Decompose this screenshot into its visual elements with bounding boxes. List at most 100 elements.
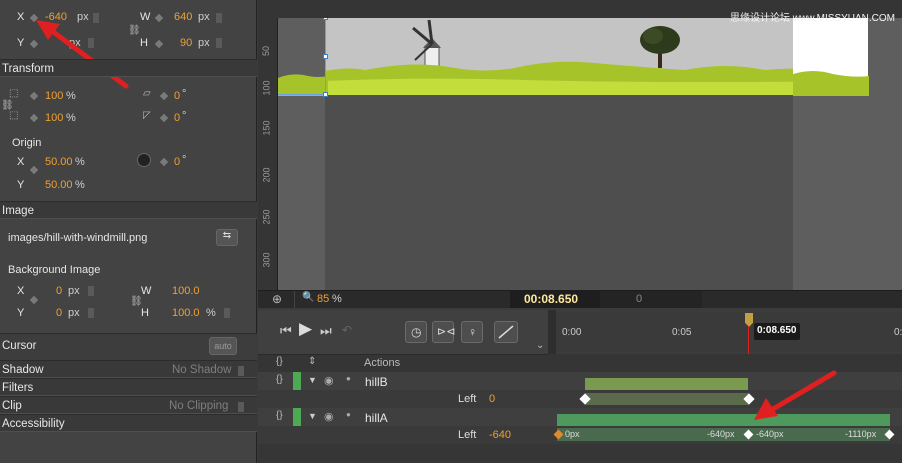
timecode-box[interactable]: 00:08.650 [510, 291, 600, 308]
bg-h-lock-toggle[interactable] [224, 308, 230, 318]
shadow-label: Shadow [2, 364, 44, 376]
hillb-tween-bar[interactable] [585, 393, 749, 405]
rotate-value[interactable]: 0 [174, 156, 180, 168]
bg-y-label: Y [17, 307, 25, 319]
bg-link-icon[interactable]: ⛓ [130, 296, 143, 307]
w-keyframe-diamond-icon[interactable] [154, 13, 164, 23]
transform-section-header[interactable]: Transform [0, 59, 257, 77]
stage-canvas[interactable] [325, 18, 868, 95]
filter-icon[interactable]: {} [276, 356, 283, 367]
clip-section-header[interactable]: Clip No Clipping [0, 396, 257, 414]
bg-w-value[interactable]: 100.0 [172, 285, 200, 297]
ruler-time-label: 0:00 [562, 327, 582, 338]
ruler-time-label: 0:05 [672, 327, 692, 338]
timeline-empty-area [258, 444, 902, 463]
origin-y-value[interactable]: 50.00 [45, 179, 73, 191]
swap-image-button[interactable]: ⇆ [216, 229, 238, 246]
scale-y-diamond-icon[interactable] [29, 113, 39, 123]
scale-height-icon: ⬚ [9, 110, 19, 121]
selection-box[interactable] [277, 17, 326, 95]
offstage-hill-right [793, 71, 869, 96]
prop-value[interactable]: 0 [489, 393, 495, 405]
bg-h-value[interactable]: 100.0 [172, 307, 200, 319]
actions-icon[interactable]: {} [276, 410, 283, 421]
bg-x-value[interactable]: 0 [56, 285, 62, 297]
filters-section-header[interactable]: Filters [0, 378, 257, 396]
ruler-tick-label: 150 [261, 120, 272, 136]
bg-y-lock-toggle[interactable] [88, 308, 94, 318]
h-lock-toggle[interactable] [216, 38, 222, 48]
selection-handle[interactable] [323, 54, 328, 59]
skew-x-diamond-icon[interactable] [159, 91, 169, 101]
properties-panel: X -640 px W 640 px ⛓ Y px H 90 px Transf… [0, 0, 257, 463]
ruler-tick-label: 100 [261, 80, 272, 96]
rotate-diamond-icon[interactable] [159, 157, 169, 167]
annotation-arrow-icon [36, 20, 129, 89]
divider [294, 291, 295, 308]
shadow-value: No Shadow [172, 364, 232, 376]
disclosure-triangle-icon[interactable]: ▼ [308, 411, 317, 421]
skew-y-diamond-icon[interactable] [159, 113, 169, 123]
left-ruler[interactable]: 50 100 150 200 250 300 [258, 0, 278, 290]
keyframe-label: -640px [707, 429, 735, 439]
bg-diamond-icon[interactable] [29, 295, 39, 305]
bg-y-value[interactable]: 0 [56, 307, 62, 319]
easing-button[interactable] [494, 321, 518, 343]
go-to-end-icon[interactable]: ⏭ [320, 323, 332, 339]
expand-all-icon[interactable]: ⇕ [308, 356, 316, 367]
loop-icon[interactable]: ↶ [342, 323, 352, 337]
w-value[interactable]: 640 [174, 11, 192, 23]
pin-button[interactable]: ♀ [461, 321, 483, 343]
h-value[interactable]: 90 [180, 37, 192, 49]
actions-icon[interactable]: {} [276, 374, 283, 385]
skew-x-value[interactable]: 0 [174, 90, 180, 102]
scale-x-value[interactable]: 100 [45, 90, 63, 102]
scale-y-value[interactable]: 100 [45, 112, 63, 124]
lock-dot-icon[interactable]: ● [346, 374, 351, 383]
visibility-eye-icon[interactable]: ◉ [324, 410, 334, 423]
scale-y-unit: % [66, 112, 76, 124]
w-lock-toggle[interactable] [216, 13, 222, 23]
actions-header: Actions [364, 357, 401, 369]
origin-y-label: Y [17, 179, 25, 191]
disclosure-triangle-icon[interactable]: ▼ [308, 375, 317, 385]
origin-diamond-icon[interactable] [29, 165, 39, 175]
auto-keyframe-button[interactable]: ◷ [405, 321, 427, 343]
zoom-value[interactable]: 85 [317, 293, 329, 305]
crosshair-icon[interactable]: ⊕ [272, 292, 282, 306]
collapse-chevron-icon[interactable]: ⌄ [536, 340, 544, 351]
accessibility-section-header[interactable]: Accessibility [0, 414, 257, 432]
hilla-element-bar[interactable] [557, 414, 890, 426]
auto-transition-button[interactable]: ⊳⊲ [432, 321, 456, 343]
hillb-element-bar[interactable] [585, 378, 748, 390]
prop-value[interactable]: -640 [489, 429, 511, 441]
easing-curve-icon [498, 325, 514, 339]
visibility-eye-icon[interactable]: ◉ [324, 374, 334, 387]
h-keyframe-diamond-icon[interactable] [154, 39, 164, 49]
rotate-dial-icon[interactable] [137, 153, 151, 167]
cursor-auto-button[interactable]: auto [209, 337, 237, 355]
playhead-time: 0:08.650 [757, 325, 797, 336]
w-unit[interactable]: px [198, 11, 210, 23]
lock-dot-icon[interactable]: ● [346, 410, 351, 419]
skew-y-unit: ° [182, 110, 187, 122]
selection-handle[interactable] [323, 92, 328, 97]
app-root: X -640 px W 640 px ⛓ Y px H 90 px Transf… [0, 0, 902, 463]
image-section-header[interactable]: Image [0, 201, 257, 219]
skew-y-value[interactable]: 0 [174, 112, 180, 124]
hilla-tween-bar[interactable]: 0px -640px -640px -1110px [557, 428, 890, 441]
clip-toggle[interactable] [238, 402, 244, 412]
transition-icon: ⊳⊲ [437, 326, 456, 338]
h-unit[interactable]: px [198, 37, 210, 49]
shadow-toggle[interactable] [238, 366, 244, 376]
zoom-icon[interactable]: 🔍 [302, 292, 314, 303]
ruler-corner [258, 0, 278, 18]
play-icon[interactable]: ▶ [299, 319, 312, 339]
go-to-start-icon[interactable]: ⏮ [280, 323, 292, 339]
scale-x-diamond-icon[interactable] [29, 91, 39, 101]
bg-x-lock-toggle[interactable] [88, 286, 94, 296]
origin-x-value[interactable]: 50.00 [45, 156, 73, 168]
timeline-ruler[interactable]: 0:00 0:05 0:10 0:08.650 [556, 312, 902, 352]
x-label: X [17, 11, 25, 23]
shadow-section-header[interactable]: Shadow No Shadow [0, 360, 257, 378]
